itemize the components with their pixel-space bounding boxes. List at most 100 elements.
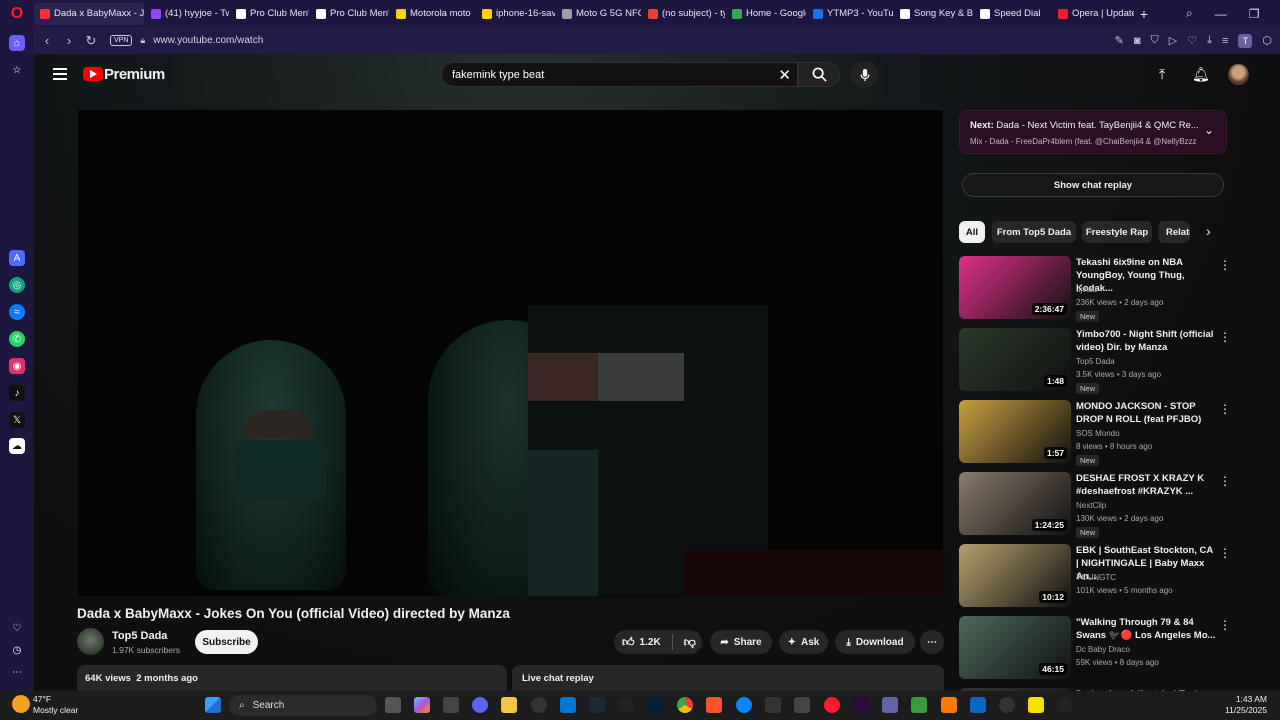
file-explorer-icon[interactable] — [501, 697, 517, 713]
settings-icon[interactable] — [619, 697, 635, 713]
more-vertical-icon[interactable]: ⋮ — [1219, 258, 1231, 272]
task-view-icon[interactable] — [385, 697, 401, 713]
recommendation-title[interactable]: Yimbo700 - Night Shift (official video) … — [1076, 328, 1216, 354]
back-icon[interactable]: ‹ — [36, 33, 58, 48]
profile-avatar[interactable]: T — [1238, 33, 1253, 48]
browser-tab[interactable]: Pro Club Men's H — [230, 3, 309, 25]
video-player[interactable] — [78, 110, 943, 596]
shield-icon[interactable]: ⛉ — [1151, 34, 1159, 47]
copilot-icon[interactable] — [414, 697, 430, 713]
cloud-icon[interactable]: ☁ — [9, 438, 25, 454]
browser-tab[interactable]: Opera | Update c — [1052, 3, 1134, 25]
camera-icon[interactable]: ◙ — [1134, 35, 1141, 47]
recommendation-item[interactable]: 46:15 "Walking Through 79 & 84 Swans 🐦‍⬛… — [959, 616, 1231, 680]
recommendation-item[interactable]: 2:36:47 Tekashi 6ix9ine on NBA YoungBoy,… — [959, 256, 1231, 322]
wallet-icon[interactable]: ⬡ — [1262, 34, 1272, 47]
minimize-icon[interactable]: — — [1215, 7, 1227, 21]
notifications-bell-icon[interactable]: 🔔︎ — [1192, 66, 1210, 83]
chip-related[interactable]: Relate — [1158, 221, 1190, 243]
tab-search-icon[interactable]: ⌕ — [1186, 6, 1193, 21]
like-count[interactable]: 1.2K — [640, 637, 661, 648]
more-vertical-icon[interactable]: ⋮ — [1219, 618, 1231, 632]
star-icon[interactable]: ☆ — [9, 62, 25, 78]
download-button[interactable]: ⤓ Download — [835, 630, 915, 654]
recommendation-channel[interactable]: djvlad — [1076, 285, 1097, 294]
browser-tab[interactable]: (41) hyyjoe - Twi — [145, 3, 229, 25]
recommendation-title[interactable]: DESHAE FROST X KRAZY K #deshaefrost #KRA… — [1076, 472, 1216, 498]
more-vertical-icon[interactable]: ⋮ — [1219, 330, 1231, 344]
mail-icon[interactable] — [560, 697, 576, 713]
channel-name[interactable]: Top5 Dada — [112, 630, 167, 642]
teams-icon[interactable] — [882, 697, 898, 713]
share-button[interactable]: ➦ Share — [710, 630, 772, 654]
browser-tab[interactable]: YTMP3 - YouTub — [807, 3, 893, 25]
recommendation-thumbnail[interactable]: 1:48 — [959, 328, 1071, 391]
app-icon[interactable] — [1028, 697, 1044, 713]
steam-icon[interactable] — [589, 697, 605, 713]
taskbar-search[interactable]: ⌕ Search — [229, 695, 377, 716]
opera-taskbar-icon[interactable] — [824, 697, 840, 713]
app-icon[interactable] — [443, 697, 459, 713]
recommendation-thumbnail[interactable]: 1:57 — [959, 400, 1071, 463]
recommendation-channel[interactable]: Dc Baby Draco — [1076, 645, 1130, 654]
ask-button[interactable]: ✦ Ask — [779, 630, 828, 654]
description-box[interactable]: 64K views 2 months ago — [77, 665, 507, 691]
instagram-icon[interactable]: ◉ — [9, 358, 25, 374]
chevron-down-icon[interactable]: ⌄ — [1204, 123, 1214, 137]
recommendation-item[interactable]: 1:57 MONDO JACKSON - STOP DROP N ROLL (f… — [959, 400, 1231, 466]
weather-icon[interactable] — [12, 695, 30, 713]
app-icon[interactable] — [765, 697, 781, 713]
app-icon[interactable] — [941, 697, 957, 713]
favorites-heart-icon[interactable]: ♡ — [9, 620, 25, 636]
brave-icon[interactable] — [706, 697, 722, 713]
edit-icon[interactable]: ✎ — [1115, 34, 1124, 47]
subscribe-button[interactable]: Subscribe — [195, 630, 258, 654]
whatsapp-icon[interactable]: ✆ — [9, 331, 25, 347]
clock-time[interactable]: 1:43 AM — [1236, 694, 1267, 704]
recommendation-thumbnail[interactable]: 46:15 — [959, 616, 1071, 679]
forward-icon[interactable]: › — [58, 33, 80, 48]
app-icon[interactable] — [531, 697, 547, 713]
account-avatar[interactable] — [1228, 64, 1249, 85]
more-vertical-icon[interactable]: ⋮ — [1219, 402, 1231, 416]
browser-tab[interactable]: Moto G 5G NFC — [556, 3, 641, 25]
like-icon[interactable]: 👍︎ — [622, 635, 635, 650]
premiere-icon[interactable] — [853, 697, 869, 713]
clock-date[interactable]: 11/25/2025 — [1225, 705, 1267, 715]
clear-search-icon[interactable]: ✕ — [778, 66, 791, 84]
upload-icon[interactable]: ⤒ — [1159, 66, 1165, 83]
recommendation-item[interactable]: 1:48 Yimbo700 - Night Shift (official vi… — [959, 328, 1231, 394]
photoshop-icon[interactable] — [648, 697, 664, 713]
chatgpt-icon[interactable]: ◎ — [9, 277, 25, 293]
menu-icon[interactable]: ≡ — [1222, 35, 1228, 47]
weather-desc[interactable]: Mostly clear — [33, 705, 78, 715]
browser-tab[interactable]: Dada x BabyMaxx - Jo — [34, 2, 144, 25]
app-icon[interactable] — [736, 697, 752, 713]
recommendation-channel[interactable]: NextClip — [1076, 501, 1106, 510]
download-icon[interactable]: ⤓ — [1207, 34, 1212, 47]
new-tab-icon[interactable]: + — [1134, 6, 1154, 22]
heart-icon[interactable]: ♡ — [1187, 34, 1197, 47]
discord-icon[interactable] — [472, 697, 488, 713]
next-up-panel[interactable]: Next: Dada - Next Victim feat. TayBenjii… — [959, 110, 1227, 154]
app-icon[interactable] — [911, 697, 927, 713]
aria-icon[interactable]: A — [9, 250, 25, 266]
browser-tab[interactable]: iphone-16-savin — [476, 3, 555, 25]
show-chat-replay-button[interactable]: Show chat replay — [962, 173, 1224, 197]
home-icon[interactable]: ⌂ — [9, 35, 25, 51]
opera-logo-icon[interactable]: O — [0, 0, 34, 27]
maximize-icon[interactable]: ❐ — [1249, 7, 1260, 21]
recommendation-item[interactable]: 1:24:25 DESHAE FROST X KRAZY K #deshaefr… — [959, 472, 1231, 538]
recommendation-channel[interactable]: Top5 Dada — [1076, 357, 1115, 366]
more-vertical-icon[interactable]: ⋮ — [1219, 546, 1231, 560]
media-player-icon[interactable] — [1058, 697, 1074, 713]
youtube-premium-logo[interactable]: Premium — [104, 66, 165, 83]
windows-start-icon[interactable] — [205, 697, 221, 713]
recommendation-thumbnail[interactable]: 2:36:47 — [959, 256, 1071, 319]
dislike-icon[interactable]: 👎︎ — [684, 635, 696, 650]
channel-avatar[interactable] — [77, 628, 104, 655]
recommendation-thumbnail[interactable]: 10:12 — [959, 544, 1071, 607]
play-icon[interactable]: ▷ — [1169, 34, 1177, 47]
recommendation-title[interactable]: Tekashi 6ix9ine on NBA YoungBoy, Young T… — [1076, 256, 1216, 295]
more-icon[interactable]: ⋯ — [9, 664, 25, 680]
